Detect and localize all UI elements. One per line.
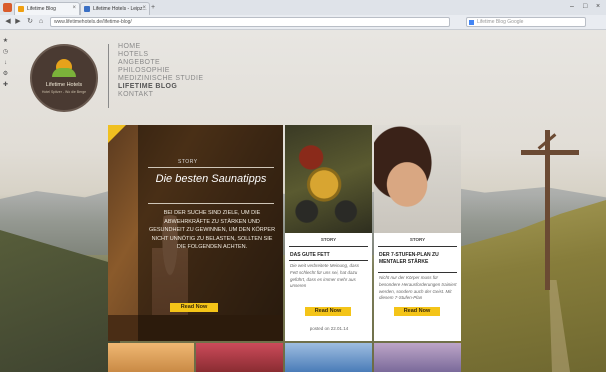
browser-chrome: Lifetime Blog × Lifetime Hotels - Leipz.…: [0, 0, 606, 30]
story-excerpt: Die weit verbreitete Meinung, dass Fett …: [290, 263, 360, 289]
divider: [378, 246, 457, 247]
favicon-icon: [18, 6, 24, 12]
story-excerpt: Nicht nur der Körper muss für besondere …: [379, 275, 457, 301]
story-card-fat[interactable]: STORY DAS GUTE FETT Die weit verbreitete…: [285, 125, 372, 341]
divider: [289, 260, 368, 261]
divider: [148, 203, 274, 204]
search-placeholder: Lifetime Blog Google: [477, 19, 524, 25]
browser-sidebar: ★ ◷ ↓ ⚙ ✚: [2, 38, 10, 93]
web-page: ★ ◷ ↓ ⚙ ✚ Lifetime Hotels Hotel Spitzer …: [0, 30, 606, 372]
story-title[interactable]: Die besten Saunatipps: [148, 173, 274, 186]
home-button[interactable]: ⌂: [37, 18, 45, 26]
download-icon[interactable]: ↓: [2, 60, 9, 67]
header-divider: [108, 44, 109, 108]
posted-date: posted on 22.01.14: [309, 326, 349, 331]
menu-item-lifetime-blog[interactable]: LIFETIME BLOG: [118, 83, 203, 91]
tab-lifetime-hotels[interactable]: Lifetime Hotels - Leipz... ×: [80, 2, 150, 15]
menu-item-hotels[interactable]: HOTELS: [118, 51, 203, 59]
woman-portrait-photo: [374, 125, 461, 233]
divider: [148, 167, 274, 168]
story-label: STORY: [178, 159, 198, 165]
featured-story-card[interactable]: STORY Die besten Saunatipps BEI DER SUCH…: [108, 125, 283, 341]
divider: [378, 272, 457, 273]
history-icon[interactable]: ◷: [2, 49, 9, 56]
favicon-icon: [84, 6, 90, 12]
addon-icon[interactable]: ✚: [2, 82, 9, 89]
story-title[interactable]: DER 7-STUFEN-PLAN ZU MENTALER STÄRKE: [379, 252, 457, 265]
read-now-button[interactable]: Read Now: [305, 307, 351, 316]
back-button[interactable]: ◀: [4, 18, 12, 26]
story-excerpt: BEI DER SUCHE SIND ZIELE, UM DIE ABWEHRK…: [148, 210, 276, 250]
story-thumbnail[interactable]: [196, 343, 283, 372]
nav-bar: ◀ ▶ ↻ ⌂ www.lifetimehotels.de/lifetime-b…: [0, 15, 606, 30]
tab-lifetime-blog[interactable]: Lifetime Blog ×: [14, 2, 80, 15]
main-menu: HOME HOTELS ANGEBOTE PHILOSOPHIE MEDIZIN…: [118, 43, 203, 99]
read-now-button[interactable]: Read Now: [170, 303, 218, 312]
menu-item-medizinische-studie[interactable]: MEDIZINISCHE STUDIE: [118, 75, 203, 83]
window-close-button[interactable]: ×: [596, 3, 600, 10]
minimize-button[interactable]: –: [570, 3, 574, 10]
menu-item-kontakt[interactable]: KONTAKT: [118, 91, 203, 99]
tab-title: Lifetime Hotels - Leipz...: [93, 6, 147, 12]
read-now-button[interactable]: Read Now: [394, 307, 440, 316]
maximize-button[interactable]: □: [583, 3, 587, 10]
tab-close-icon[interactable]: ×: [72, 5, 76, 11]
menu-item-home[interactable]: HOME: [118, 43, 203, 51]
tab-strip: Lifetime Blog × Lifetime Hotels - Leipz.…: [0, 0, 606, 15]
hill-icon: [52, 68, 76, 77]
story-thumbnail[interactable]: [108, 343, 194, 372]
menu-item-angebote[interactable]: ANGEBOTE: [118, 59, 203, 67]
reload-button[interactable]: ↻: [26, 18, 34, 26]
menu-item-philosophie[interactable]: PHILOSOPHIE: [118, 67, 203, 75]
story-label: STORY: [409, 237, 426, 242]
logo-name: Lifetime Hotels: [45, 82, 83, 88]
story-title[interactable]: DAS GUTE FETT: [290, 252, 368, 259]
corner-ribbon-icon: [108, 125, 126, 143]
story-card-mental[interactable]: STORY DER 7-STUFEN-PLAN ZU MENTALER STÄR…: [374, 125, 461, 341]
address-bar[interactable]: www.lifetimehotels.de/lifetime-blog/: [50, 17, 450, 27]
tab-title: Lifetime Blog: [27, 6, 56, 12]
settings-icon[interactable]: ⚙: [2, 71, 9, 78]
story-thumbnail[interactable]: [285, 343, 372, 372]
forward-button[interactable]: ▶: [14, 18, 22, 26]
story-thumbnail[interactable]: [374, 343, 461, 372]
story-label: STORY: [320, 237, 337, 242]
new-tab-button[interactable]: +: [151, 4, 160, 12]
search-engine-icon: [469, 20, 474, 25]
summit-cross-bar: [521, 150, 579, 155]
tab-close-icon[interactable]: ×: [142, 5, 146, 11]
bookmark-icon[interactable]: ★: [2, 38, 9, 45]
site-logo[interactable]: Lifetime Hotels Hotel Spitzer - Wo die B…: [30, 44, 98, 112]
logo-tagline: Hotel Spitzer - Wo die Berge: [41, 90, 87, 94]
browser-logo-icon[interactable]: [3, 3, 12, 12]
olive-oil-photo: [285, 125, 372, 233]
search-field[interactable]: Lifetime Blog Google: [466, 17, 586, 27]
divider: [289, 246, 368, 247]
